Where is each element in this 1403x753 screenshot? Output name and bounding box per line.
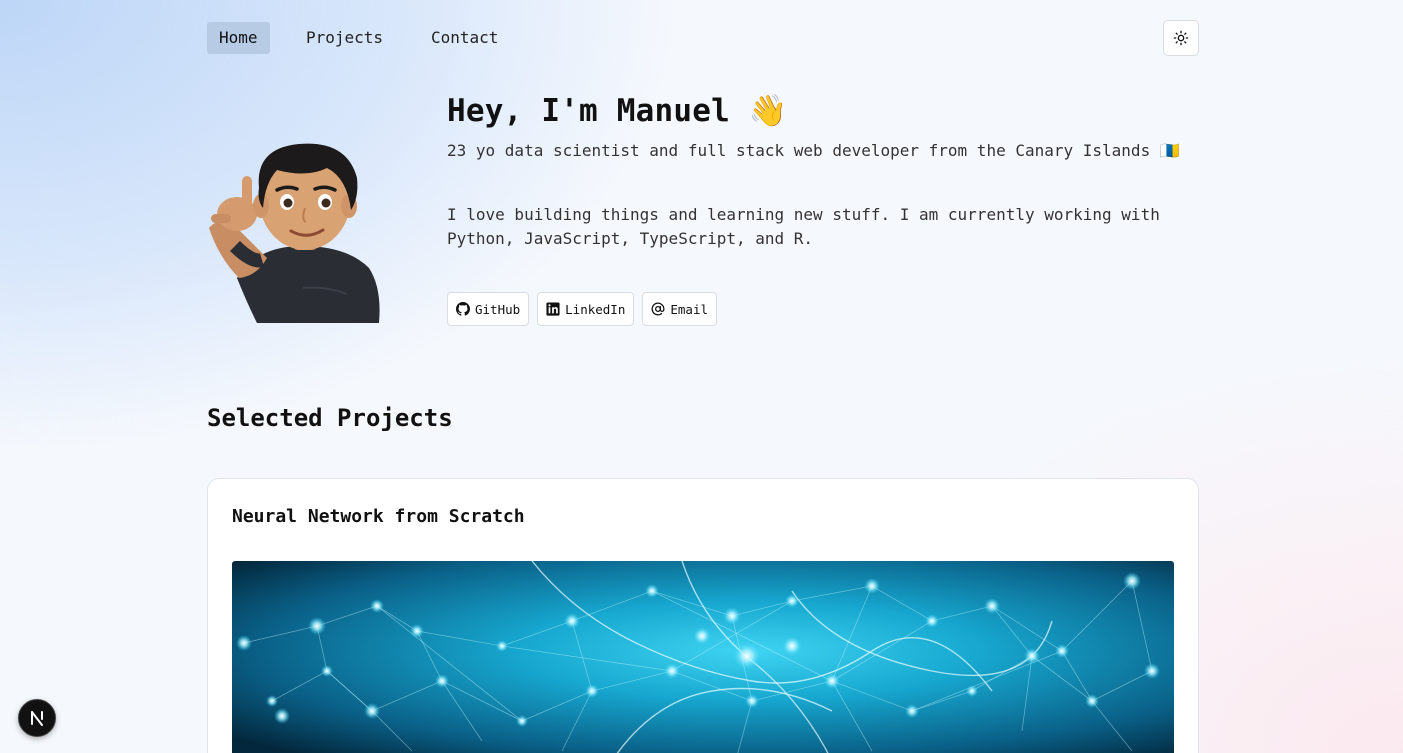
at-sign-icon: [651, 302, 665, 316]
social-links: GitHub LinkedIn Email: [447, 292, 718, 326]
hero-bio: I love building things and learning new …: [447, 205, 1160, 248]
nextjs-dev-badge[interactable]: [18, 699, 56, 737]
theme-toggle-button[interactable]: [1163, 20, 1199, 56]
top-nav: Home Projects Contact: [207, 20, 1199, 56]
neural-network-image-icon: [232, 561, 1174, 753]
section-title-projects: Selected Projects: [207, 404, 453, 432]
hero-title: Hey, I'm Manuel 👋: [447, 93, 788, 129]
nextjs-icon: [31, 711, 43, 726]
linkedin-link[interactable]: LinkedIn: [537, 292, 635, 326]
linkedin-label: LinkedIn: [565, 301, 626, 317]
linkedin-icon: [546, 302, 560, 316]
nav-home[interactable]: Home: [207, 22, 270, 54]
github-icon: [456, 302, 470, 316]
sun-icon: [1173, 30, 1189, 46]
email-link[interactable]: Email: [642, 292, 718, 326]
memoji-avatar-icon: [209, 143, 380, 323]
nav-contact[interactable]: Contact: [419, 22, 510, 54]
github-label: GitHub: [475, 301, 521, 317]
github-link[interactable]: GitHub: [447, 292, 530, 326]
hero-subtitle: 23 yo data scientist and full stack web …: [447, 141, 1180, 160]
avatar: [207, 128, 392, 323]
nav-projects[interactable]: Projects: [294, 22, 395, 54]
project-title: Neural Network from Scratch: [232, 506, 525, 527]
project-image: [232, 561, 1174, 753]
email-label: Email: [670, 301, 709, 317]
project-card[interactable]: Neural Network from Scratch: [207, 478, 1199, 753]
